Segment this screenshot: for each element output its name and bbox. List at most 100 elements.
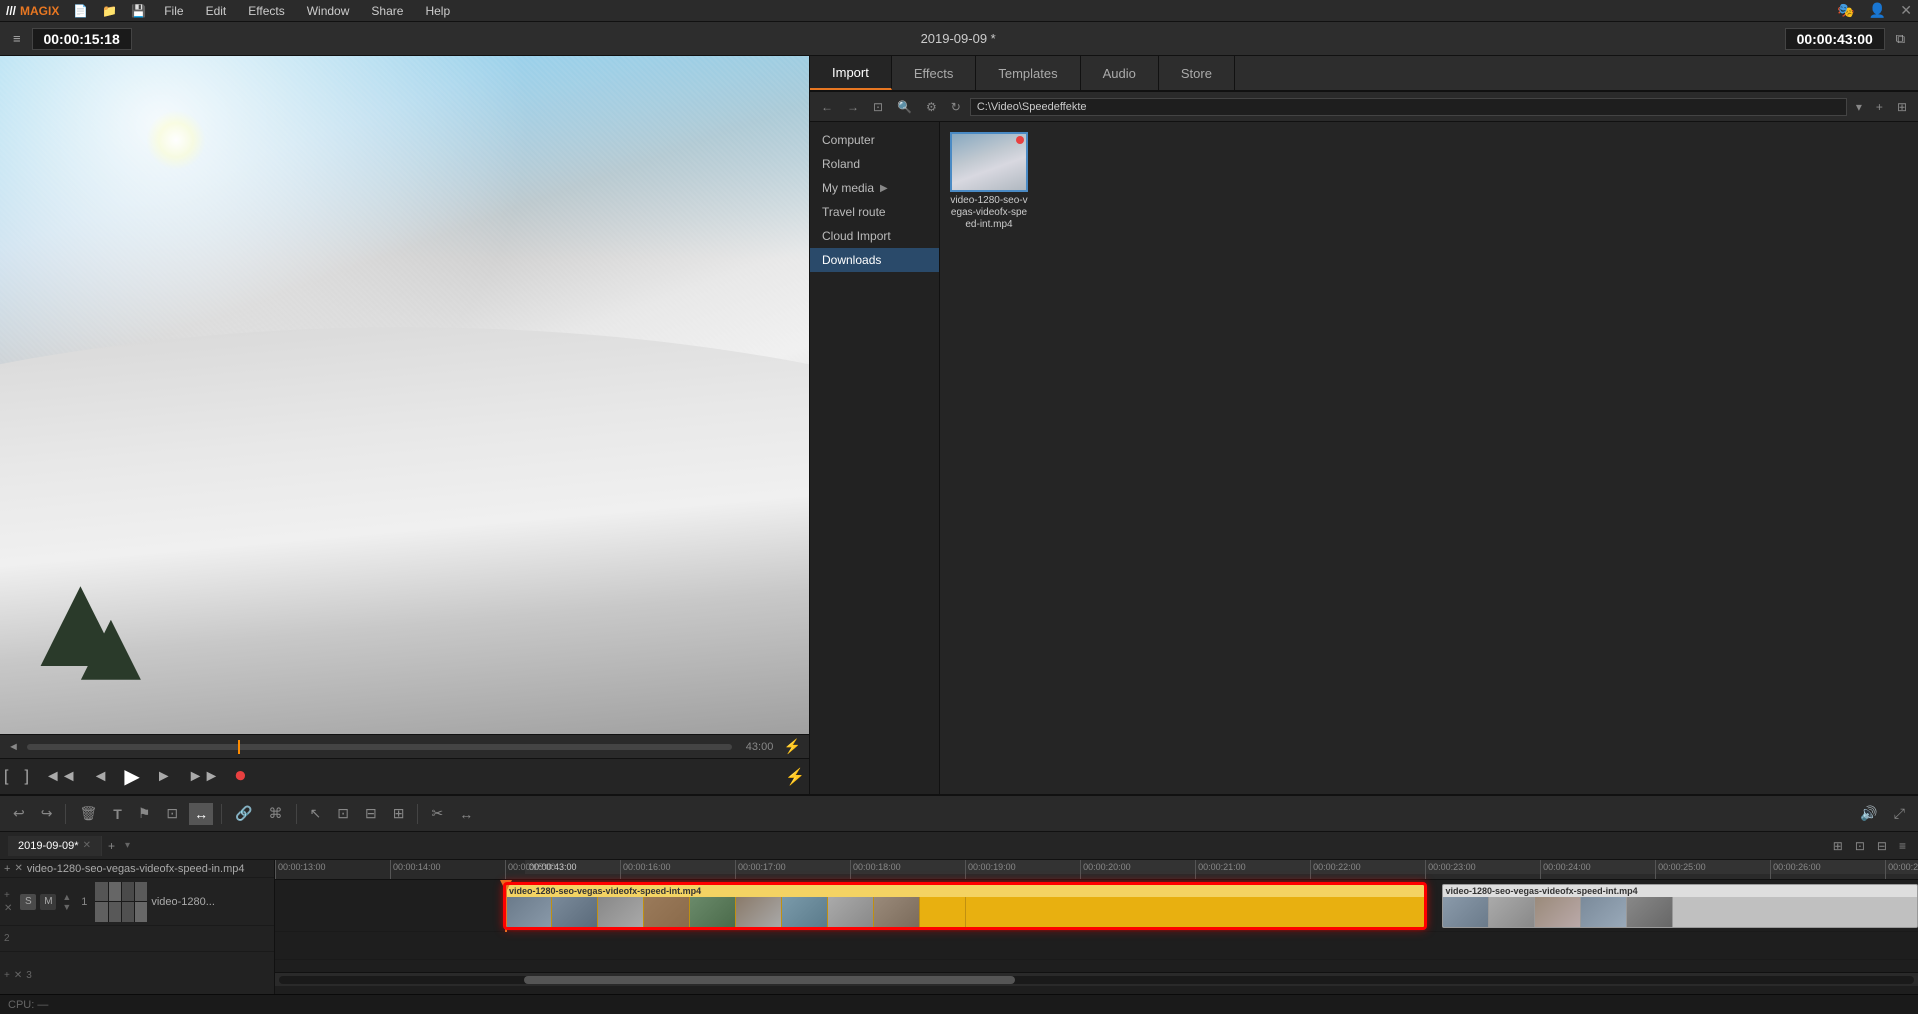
timeline-tab-close[interactable]: ✕ [83, 840, 91, 851]
toolbar-icon-save[interactable]: 💾 [131, 4, 146, 18]
select-btn[interactable]: ⊡ [332, 802, 354, 825]
track-arrow[interactable]: + [4, 863, 10, 875]
system-icon-2[interactable]: 👤 [1869, 2, 1886, 19]
refresh-btn[interactable]: ↻ [946, 98, 966, 116]
track-up-arrow[interactable]: ▲ [62, 892, 71, 902]
track-plus[interactable]: + [4, 890, 12, 901]
rct5 [1627, 897, 1673, 927]
track-1-row: video-1280-seo-vegas-videofx-speed-int.m… [275, 880, 1918, 932]
lightning-ctrl[interactable]: ⚡ [781, 763, 809, 791]
link-btn[interactable]: 🔗 [230, 802, 257, 825]
trim-btn[interactable]: ⊞ [388, 802, 410, 825]
tree-computer[interactable]: Computer [810, 128, 939, 152]
select2-btn[interactable]: ⊟ [360, 802, 382, 825]
search-btn[interactable]: 🔍 [892, 98, 917, 116]
t3-close[interactable]: ✕ [14, 970, 22, 981]
prev-frame-btn[interactable]: ◄ [89, 764, 113, 790]
folder-up-btn[interactable]: ⊡ [868, 98, 888, 116]
prev-mark-btn[interactable]: ◄◄ [41, 764, 81, 790]
cut-btn[interactable]: ✂ [426, 802, 448, 825]
nav-back-btn[interactable]: ← [816, 98, 838, 116]
track-header-text: video-1280-seo-vegas-videofx-speed-in.mp… [27, 863, 245, 875]
app-name: MAGIX [20, 4, 59, 18]
tree-cloud-import[interactable]: Cloud Import [810, 224, 939, 248]
timeline-view-3[interactable]: ⊟ [1873, 837, 1891, 855]
menu-help[interactable]: Help [421, 2, 454, 20]
main-toolbar: ≡ 00:00:15:18 2019-09-09 * 00:00:43:00 ⧉ [0, 22, 1918, 56]
expand-btn[interactable]: ↔ [454, 803, 478, 825]
timeline-view-4[interactable]: ≡ [1895, 837, 1910, 855]
toolbar-icon-folder[interactable]: 📁 [102, 4, 117, 18]
ruler-12: 00:00:25:00 [1655, 860, 1706, 879]
toolbar-restore[interactable]: ⧉ [1891, 28, 1910, 50]
record-btn[interactable]: ⏺ [231, 761, 249, 792]
toolbar-icon-file[interactable]: 📄 [73, 4, 88, 18]
nav-forward-btn[interactable]: → [842, 98, 864, 116]
delete-btn[interactable]: 🗑 [74, 802, 102, 825]
new-folder-btn[interactable]: + [1871, 98, 1888, 116]
marker-btn[interactable]: ⚑ [133, 802, 156, 825]
fullscreen-btn[interactable]: ⤢ [1889, 802, 1910, 825]
settings-btn[interactable]: ⚙ [921, 98, 942, 116]
track-m-btn[interactable]: M [40, 894, 56, 910]
next-frame-btn[interactable]: ► [152, 764, 176, 790]
timeline-view-2[interactable]: ⊡ [1851, 837, 1869, 855]
ruler-9: 00:00:22:00 [1310, 860, 1361, 879]
link2-btn[interactable]: ⌘ [264, 802, 288, 825]
tree-downloads[interactable]: Downloads [810, 248, 939, 272]
menu-file[interactable]: File [160, 2, 187, 20]
menu-window[interactable]: Window [303, 2, 354, 20]
mark-in-btn[interactable]: [ [0, 764, 12, 790]
redo-btn[interactable]: ↪ [36, 802, 58, 825]
right-content: Computer Roland My media ▶ Travel route … [810, 122, 1918, 794]
menu-share[interactable]: Share [367, 2, 407, 20]
menu-edit[interactable]: Edit [202, 2, 231, 20]
timeline-tab-active[interactable]: 2019-09-09* ✕ [8, 836, 102, 856]
toolbar-hamburger[interactable]: ≡ [8, 28, 26, 49]
preview-scrubber[interactable]: ◄ 43:00 ⚡ [0, 734, 809, 758]
tab-dropdown[interactable]: ▾ [121, 840, 134, 851]
track-2-header: 2 [0, 926, 274, 952]
next-mark-btn[interactable]: ►► [184, 764, 224, 790]
tab-store[interactable]: Store [1159, 56, 1235, 90]
status-bar: CPU: — [0, 994, 1918, 1014]
scrubber-track[interactable] [27, 744, 732, 750]
sun [146, 110, 206, 170]
text-tool-btn[interactable]: T [108, 803, 127, 825]
track-thumbnail [95, 882, 147, 922]
timeline-view-1[interactable]: ⊞ [1829, 837, 1847, 855]
play-btn[interactable]: ▶ [120, 760, 143, 793]
track-clip-right[interactable]: video-1280-seo-vegas-videofx-speed-int.m… [1442, 884, 1918, 928]
path-input[interactable] [970, 98, 1847, 116]
group-btn[interactable]: ⊡ [161, 802, 183, 825]
file-thumb-1[interactable]: video-1280-seo-vegas-videofx-speed-int.m… [950, 132, 1028, 231]
path-dropdown-btn[interactable]: ▾ [1851, 98, 1867, 116]
volume-btn[interactable]: 🔊 [1855, 802, 1882, 825]
scroll-thumb[interactable] [524, 976, 1015, 984]
tab-audio[interactable]: Audio [1081, 56, 1159, 90]
menu-effects[interactable]: Effects [244, 2, 288, 20]
system-icon-3[interactable]: ✕ [1900, 2, 1912, 19]
tab-import[interactable]: Import [810, 56, 892, 90]
range-tool-btn[interactable]: ↔ [189, 803, 213, 825]
t3-expand[interactable]: + [4, 970, 10, 981]
track-s-btn[interactable]: S [20, 894, 36, 910]
tree-roland[interactable]: Roland [810, 152, 939, 176]
mouse-tool-btn[interactable]: ↖ [305, 802, 327, 825]
timeline-tab-add[interactable]: + [102, 835, 121, 857]
mark-out-btn[interactable]: ] [20, 764, 32, 790]
track-minus[interactable]: ✕ [4, 903, 12, 914]
tab-effects[interactable]: Effects [892, 56, 977, 90]
tree-my-media[interactable]: My media ▶ [810, 176, 939, 200]
system-icon-1[interactable]: 🎭 [1837, 2, 1854, 19]
lightning-icon[interactable]: ⚡ [784, 738, 801, 755]
tree-travel-route[interactable]: Travel route [810, 200, 939, 224]
track-clip-highlighted[interactable]: video-1280-seo-vegas-videofx-speed-int.m… [505, 884, 1425, 928]
undo-btn[interactable]: ↩ [8, 802, 30, 825]
track-2-row [275, 932, 1918, 960]
view-grid-btn[interactable]: ⊞ [1892, 98, 1912, 116]
track-add[interactable]: ✕ [14, 863, 22, 874]
tab-templates[interactable]: Templates [976, 56, 1080, 90]
scroll-track[interactable] [279, 976, 1914, 984]
track-down-arrow[interactable]: ▼ [62, 902, 71, 912]
